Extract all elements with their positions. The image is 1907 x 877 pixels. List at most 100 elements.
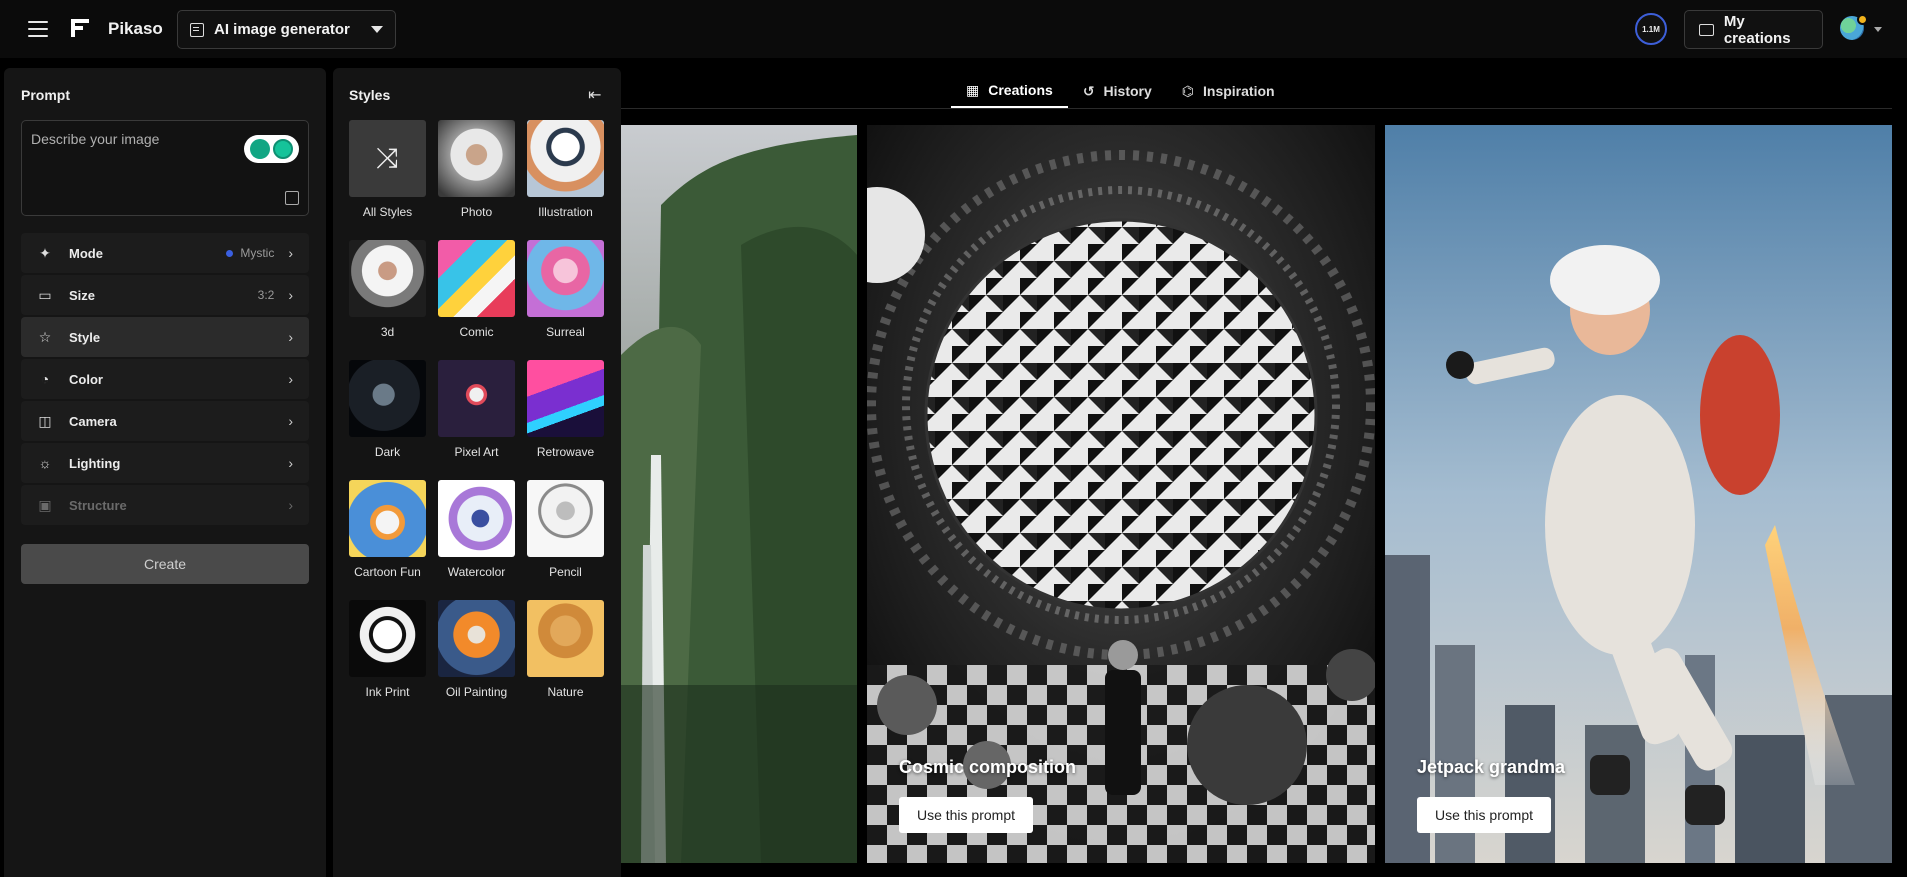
style-label: Nature <box>547 685 584 699</box>
palette-icon: ◔ <box>40 371 50 387</box>
tab-label: History <box>1103 83 1152 99</box>
structure-icon: ▣ <box>38 496 52 513</box>
folder-icon <box>1699 23 1714 36</box>
style-label: Comic <box>459 325 494 339</box>
styles-title: Styles <box>349 87 391 103</box>
pikaso-logo-icon[interactable] <box>70 18 90 38</box>
setting-value: 3:2 <box>257 288 275 302</box>
style-surreal[interactable]: Surreal <box>527 240 604 339</box>
chevron-right-icon: › <box>288 371 293 387</box>
style-thumbnail <box>349 240 426 317</box>
mode-value: Mystic <box>240 246 275 260</box>
top-bar: Pikaso AI image generator 1.1M My creati… <box>0 0 1907 58</box>
tab-creations[interactable]: ▦ Creations <box>951 74 1068 108</box>
style-label: Surreal <box>546 325 585 339</box>
waterfall-image <box>621 125 857 863</box>
style-icon: ☆ <box>38 328 52 345</box>
style-thumbnail <box>527 600 604 677</box>
aspect-ratio-icon: ▭ <box>38 286 52 303</box>
mode-setting[interactable]: ✦ Mode Mystic › <box>21 233 309 273</box>
style-label: Photo <box>460 205 493 219</box>
style-pencil[interactable]: Pencil <box>527 480 604 579</box>
style-all-styles[interactable]: ⤨ All Styles <box>349 120 426 219</box>
setting-label: Mode <box>69 245 103 261</box>
app-name[interactable]: Pikaso <box>108 19 163 39</box>
structure-setting[interactable]: ▣ Structure › <box>21 485 309 525</box>
history-icon: ↺ <box>1082 82 1095 99</box>
camera-setting[interactable]: ◫ Camera › <box>21 401 309 441</box>
credits-badge[interactable]: 1.1M <box>1635 13 1667 45</box>
image-upload-icon[interactable] <box>285 191 299 205</box>
style-label: Pencil <box>549 565 582 579</box>
settings-menu: ✦ Mode Mystic › ▭ Size 3:2 › ☆ Style › ◔… <box>21 233 309 527</box>
gallery-card-cosmic-composition[interactable]: Cosmic composition Use this prompt <box>867 125 1375 863</box>
style-label: Cartoon Fun <box>354 565 421 579</box>
style-pixel-art[interactable]: Pixel Art <box>438 360 515 459</box>
sun-icon: ☼ <box>38 455 52 471</box>
style-label: Oil Painting <box>445 685 508 699</box>
setting-value: Mystic <box>226 246 274 260</box>
gallery-card-waterfall[interactable] <box>621 125 857 863</box>
style-thumbnail <box>438 480 515 557</box>
collapse-panel-icon[interactable]: ⇤ <box>588 85 601 105</box>
tab-history[interactable]: ↺ History <box>1068 74 1167 108</box>
style-thumbnail <box>527 120 604 197</box>
style-thumbnail <box>438 240 515 317</box>
style-setting[interactable]: ☆ Style › <box>21 317 309 357</box>
style-watercolor[interactable]: Watercolor <box>438 480 515 579</box>
style-comic[interactable]: Comic <box>438 240 515 339</box>
tab-inspiration[interactable]: ⌬ Inspiration <box>1167 74 1290 108</box>
hamburger-menu-icon[interactable] <box>26 18 50 40</box>
prompt-panel: Prompt ✦ Mode Mystic › ▭ Size 3:2 › ☆ St… <box>4 68 326 877</box>
style-label: All Styles <box>362 205 413 219</box>
chevron-right-icon: › <box>288 287 293 303</box>
style-retrowave[interactable]: Retrowave <box>527 360 604 459</box>
style-thumbnail <box>349 480 426 557</box>
gallery-card-jetpack-grandma[interactable]: Jetpack grandma Use this prompt <box>1385 125 1892 863</box>
chevron-down-icon <box>371 26 383 33</box>
camera-icon: ◫ <box>38 412 52 429</box>
use-prompt-button[interactable]: Use this prompt <box>1417 797 1551 833</box>
style-label: Retrowave <box>536 445 595 459</box>
style-thumbnail <box>438 600 515 677</box>
setting-label: Color <box>69 371 103 387</box>
style-cartoon-fun[interactable]: Cartoon Fun <box>349 480 426 579</box>
chevron-down-icon[interactable] <box>1874 27 1882 32</box>
setting-label: Size <box>69 287 96 303</box>
create-button[interactable]: Create <box>21 544 309 584</box>
color-setting[interactable]: ◔ Color › <box>21 359 309 399</box>
sparkle-icon: ✦ <box>39 244 51 261</box>
tabs-divider <box>621 108 1892 109</box>
use-prompt-button[interactable]: Use this prompt <box>899 797 1033 833</box>
chevron-right-icon: › <box>288 455 293 471</box>
style-nature[interactable]: Nature <box>527 600 604 699</box>
styles-panel: Styles ⇤ ⤨ All Styles Photo Illustration… <box>333 68 621 877</box>
style-label: Pixel Art <box>454 445 499 459</box>
notification-badge <box>1857 14 1868 25</box>
style-illustration[interactable]: Illustration <box>527 120 604 219</box>
prompt-box <box>21 120 309 216</box>
style-thumbnail <box>527 360 604 437</box>
card-title: Jetpack grandma <box>1417 757 1566 777</box>
style-ink-print[interactable]: Ink Print <box>349 600 426 699</box>
style-label: Watercolor <box>447 565 506 579</box>
style-photo[interactable]: Photo <box>438 120 515 219</box>
setting-label: Style <box>69 329 101 345</box>
style-dark[interactable]: Dark <box>349 360 426 459</box>
generator-select[interactable]: AI image generator <box>177 10 396 49</box>
gallery-tabs: ▦ Creations ↺ History ⌬ Inspiration <box>951 74 1290 108</box>
lighting-setting[interactable]: ☼ Lighting › <box>21 443 309 483</box>
style-oil-painting[interactable]: Oil Painting <box>438 600 515 699</box>
grammarly-widget[interactable] <box>244 135 299 163</box>
card-title: Cosmic composition <box>899 757 1077 777</box>
grammarly-sparkle-icon <box>250 139 270 159</box>
generator-select-label: AI image generator <box>214 21 350 38</box>
jetpack-grandma-image <box>1385 125 1892 863</box>
style-3d[interactable]: 3d <box>349 240 426 339</box>
chevron-right-icon: › <box>288 245 293 261</box>
size-setting[interactable]: ▭ Size 3:2 › <box>21 275 309 315</box>
style-thumbnail <box>527 240 604 317</box>
chevron-right-icon: › <box>288 497 293 513</box>
my-creations-button[interactable]: My creations <box>1684 10 1823 49</box>
tab-label: Inspiration <box>1203 83 1275 99</box>
